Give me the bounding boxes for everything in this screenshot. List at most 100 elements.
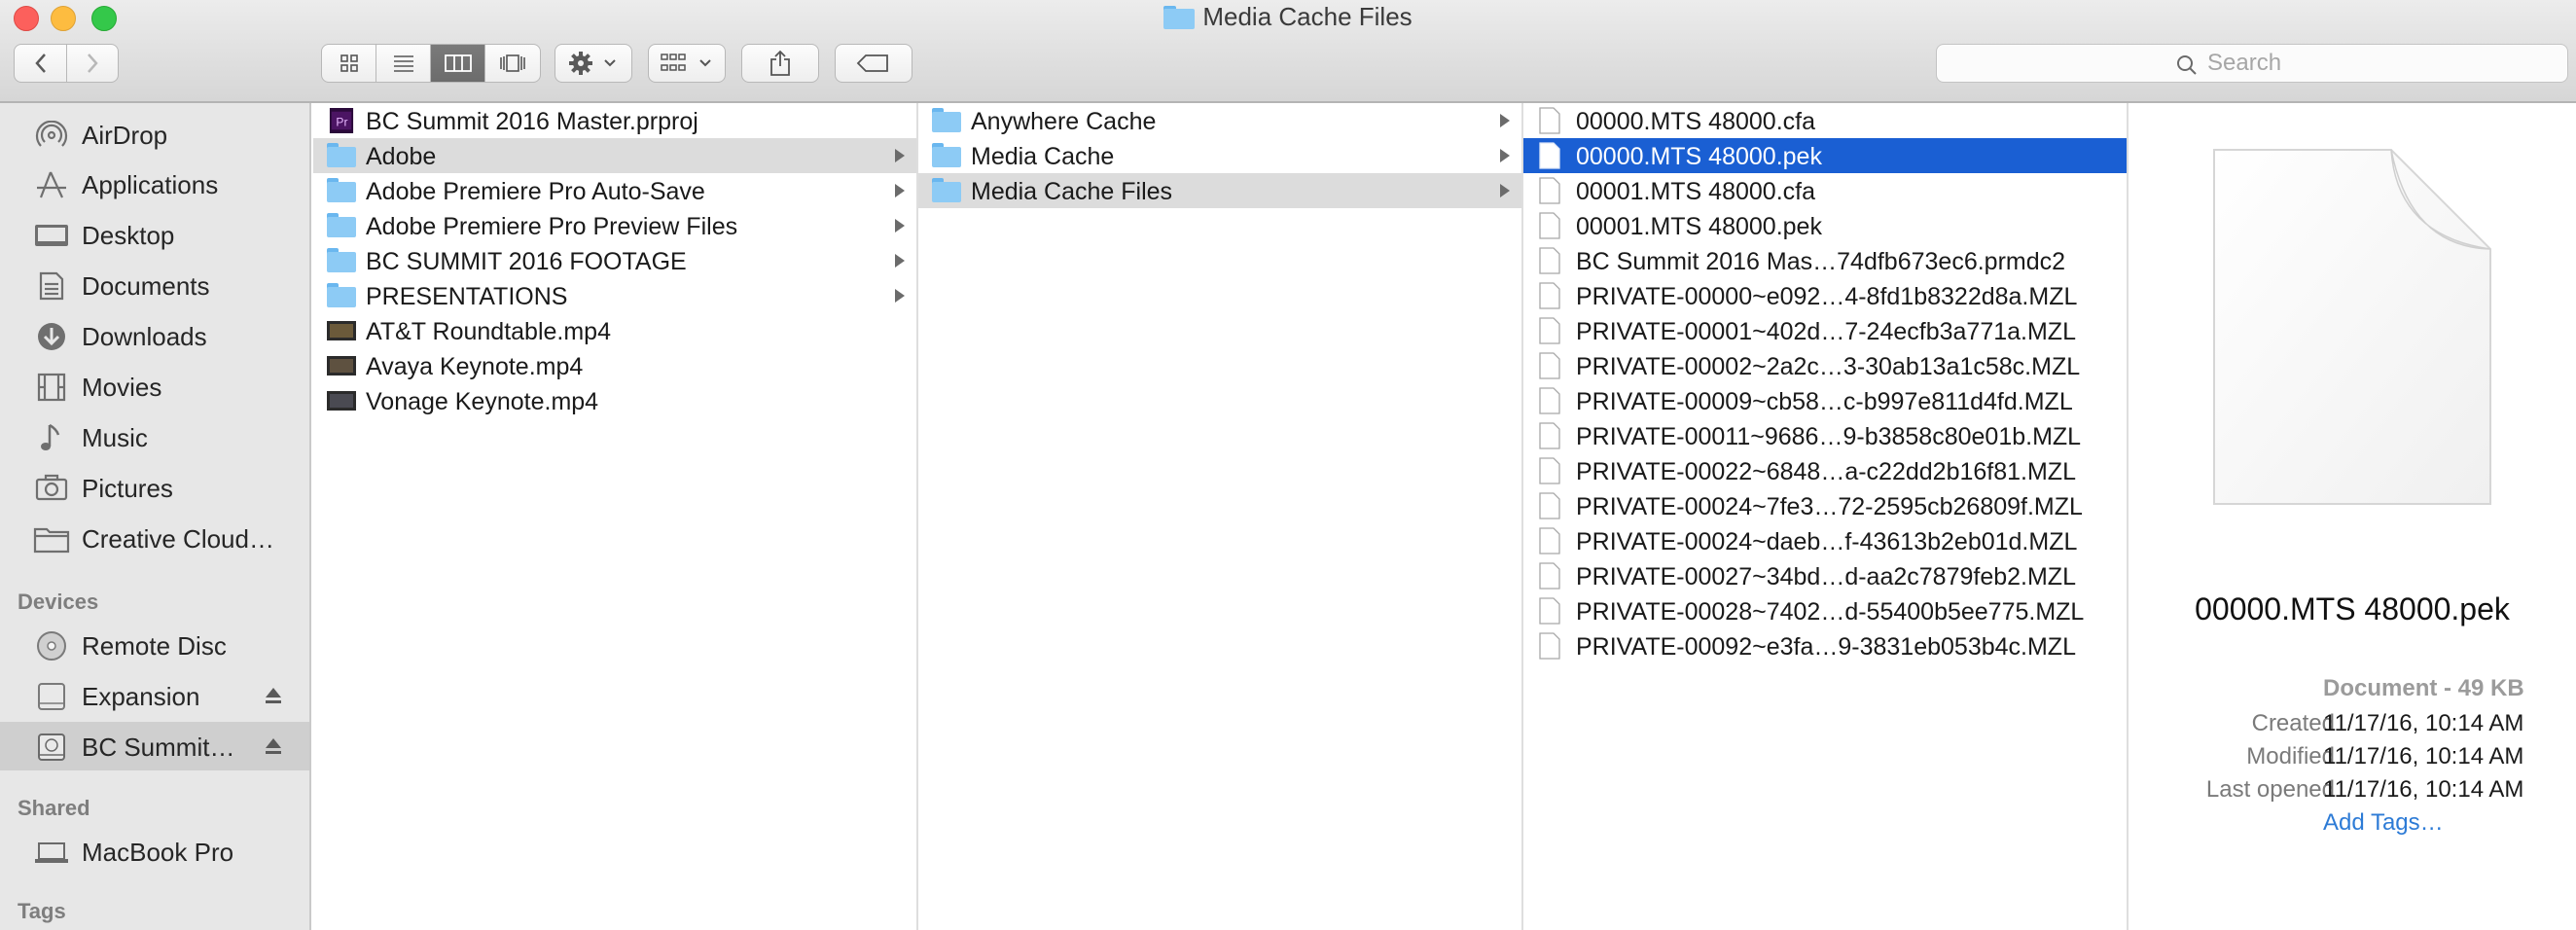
sidebar-heading-shared: Shared bbox=[18, 796, 90, 820]
tags-button[interactable] bbox=[835, 44, 912, 83]
modified-label: Modified bbox=[2246, 743, 2335, 769]
document-icon bbox=[1539, 177, 1560, 204]
list-item[interactable]: BC SUMMIT 2016 FOOTAGE bbox=[313, 243, 916, 278]
sidebar-item-desktop[interactable]: Desktop bbox=[0, 210, 309, 259]
eject-icon[interactable] bbox=[265, 685, 282, 706]
list-item[interactable]: AT&T Roundtable.mp4 bbox=[313, 313, 916, 348]
eject-icon[interactable] bbox=[265, 735, 282, 757]
disclosure-arrow-icon bbox=[895, 149, 905, 162]
sidebar-item-label: Expansion bbox=[82, 682, 200, 711]
sidebar-item-airdrop[interactable]: AirDrop bbox=[0, 110, 309, 159]
sidebar-item-bc-summit[interactable]: BC Summit… bbox=[0, 722, 309, 770]
list-item[interactable]: Media Cache Files bbox=[918, 173, 1521, 208]
file-name: PRIVATE-00002~2a2c…3-30ab13a1c58c.MZL bbox=[1576, 353, 2081, 380]
list-item[interactable]: Adobe Premiere Pro Preview Files bbox=[313, 208, 916, 243]
document-icon bbox=[1539, 632, 1560, 660]
list-item-label: BC SUMMIT 2016 FOOTAGE bbox=[366, 248, 687, 275]
list-item-label: Adobe Premiere Pro Auto-Save bbox=[366, 178, 705, 205]
sidebar-item-label: Movies bbox=[82, 373, 162, 402]
icon-view-icon bbox=[340, 54, 358, 72]
forward-button[interactable] bbox=[67, 45, 118, 82]
video-file-icon bbox=[327, 356, 356, 376]
cover-flow-view-button[interactable] bbox=[485, 45, 540, 82]
file-row[interactable]: 00001.MTS 48000.cfa bbox=[1523, 173, 2127, 208]
sidebar-item-remote-disc[interactable]: Remote Disc bbox=[0, 621, 309, 669]
document-icon bbox=[1539, 107, 1560, 134]
list-item[interactable]: Media Cache bbox=[918, 138, 1521, 173]
icon-view-button[interactable] bbox=[322, 45, 376, 82]
file-row[interactable]: 00000.MTS 48000.cfa bbox=[1523, 103, 2127, 138]
list-item[interactable]: Vonage Keynote.mp4 bbox=[313, 383, 916, 418]
list-item-label: Media Cache Files bbox=[971, 178, 1173, 205]
list-item[interactable]: Anywhere Cache bbox=[918, 103, 1521, 138]
search-input[interactable] bbox=[1937, 45, 2567, 82]
sidebar-item-creative-cloud[interactable]: Creative Cloud… bbox=[0, 514, 309, 562]
column-view-button[interactable] bbox=[431, 45, 485, 82]
arrange-menu-button[interactable] bbox=[648, 44, 726, 83]
file-row[interactable]: PRIVATE-00011~9686…9-b3858c80e01b.MZL bbox=[1523, 418, 2127, 453]
sidebar-item-downloads[interactable]: Downloads bbox=[0, 311, 309, 360]
search-field[interactable] bbox=[1936, 44, 2568, 83]
file-row[interactable]: BC Summit 2016 Mas…74dfb673ec6.prmdc2 bbox=[1523, 243, 2127, 278]
folder-icon bbox=[1163, 4, 1196, 29]
list-view-button[interactable] bbox=[376, 45, 431, 82]
sidebar-item-pictures[interactable]: Pictures bbox=[0, 463, 309, 512]
document-icon bbox=[1539, 352, 1560, 379]
add-tags-link[interactable]: Add Tags… bbox=[2323, 809, 2444, 837]
file-row[interactable]: PRIVATE-00024~daeb…f-43613b2eb01d.MZL bbox=[1523, 523, 2127, 558]
sidebar-item-music[interactable]: Music bbox=[0, 412, 309, 461]
video-file-icon bbox=[327, 321, 356, 340]
file-name: PRIVATE-00092~e3fa…9-3831eb053b4c.MZL bbox=[1576, 633, 2076, 661]
cover-flow-icon bbox=[500, 54, 525, 72]
file-row[interactable]: PRIVATE-00001~402d…7-24ecfb3a771a.MZL bbox=[1523, 313, 2127, 348]
list-view-icon bbox=[393, 55, 413, 72]
chevron-left-icon bbox=[34, 54, 46, 73]
back-button[interactable] bbox=[15, 45, 67, 82]
file-row[interactable]: PRIVATE-00027~34bd…d-aa2c7879feb2.MZL bbox=[1523, 558, 2127, 593]
file-name: PRIVATE-00001~402d…7-24ecfb3a771a.MZL bbox=[1576, 318, 2076, 345]
sidebar-item-expansion[interactable]: Expansion bbox=[0, 671, 309, 720]
sidebar-item-documents[interactable]: Documents bbox=[0, 261, 309, 309]
column-3: 00000.MTS 48000.cfa 00000.MTS 48000.pek … bbox=[1523, 103, 2129, 930]
file-row[interactable]: PRIVATE-00092~e3fa…9-3831eb053b4c.MZL bbox=[1523, 628, 2127, 663]
file-row-selected[interactable]: 00000.MTS 48000.pek bbox=[1523, 138, 2127, 173]
document-icon bbox=[1539, 597, 1560, 625]
share-icon bbox=[770, 50, 790, 76]
sidebar-item-movies[interactable]: Movies bbox=[0, 362, 309, 411]
file-name: PRIVATE-00024~daeb…f-43613b2eb01d.MZL bbox=[1576, 528, 2078, 555]
downloads-icon bbox=[38, 323, 65, 350]
share-button[interactable] bbox=[741, 44, 819, 83]
list-item[interactable]: PRESENTATIONS bbox=[313, 278, 916, 313]
file-row[interactable]: 00001.MTS 48000.pek bbox=[1523, 208, 2127, 243]
file-row[interactable]: PRIVATE-00009~cb58…c-b997e811d4fd.MZL bbox=[1523, 383, 2127, 418]
file-row[interactable]: PRIVATE-00000~e092…4-8fd1b8322d8a.MZL bbox=[1523, 278, 2127, 313]
last-opened-value: 11/17/16, 10:14 AM bbox=[2323, 776, 2524, 803]
folder-icon bbox=[327, 283, 356, 308]
list-item[interactable]: Pr BC Summit 2016 Master.prproj bbox=[313, 103, 916, 138]
file-row[interactable]: PRIVATE-00028~7402…d-55400b5ee775.MZL bbox=[1523, 593, 2127, 628]
sidebar-heading-tags: Tags bbox=[18, 899, 66, 923]
file-row[interactable]: PRIVATE-00002~2a2c…3-30ab13a1c58c.MZL bbox=[1523, 348, 2127, 383]
file-row[interactable]: PRIVATE-00024~7fe3…72-2595cb26809f.MZL bbox=[1523, 488, 2127, 523]
preview-filename: 00000.MTS 48000.pek bbox=[2195, 591, 2510, 626]
preview-kind-size: Document - 49 KB bbox=[2323, 675, 2524, 701]
document-icon bbox=[1539, 317, 1560, 344]
sidebar-item-label: BC Summit… bbox=[82, 733, 235, 762]
toolbar: Media Cache Files bbox=[0, 0, 2576, 103]
document-icon bbox=[1539, 422, 1560, 449]
list-item[interactable]: Adobe bbox=[313, 138, 916, 173]
list-item[interactable]: Avaya Keynote.mp4 bbox=[313, 348, 916, 383]
list-item[interactable]: Adobe Premiere Pro Auto-Save bbox=[313, 173, 916, 208]
column-2: Anywhere Cache Media Cache Media Cache F… bbox=[918, 103, 1523, 930]
file-row[interactable]: PRIVATE-00022~6848…a-c22dd2b16f81.MZL bbox=[1523, 453, 2127, 488]
window-title-text: Media Cache Files bbox=[1202, 2, 1413, 31]
action-menu-button[interactable] bbox=[555, 44, 632, 83]
sidebar-item-macbook-pro[interactable]: MacBook Pro bbox=[0, 827, 309, 876]
created-label: Created bbox=[2251, 710, 2335, 736]
document-preview-icon bbox=[2213, 149, 2491, 505]
desktop-icon bbox=[35, 225, 68, 246]
sidebar-item-applications[interactable]: Applications bbox=[0, 160, 309, 208]
document-icon bbox=[1539, 282, 1560, 309]
folder-icon bbox=[33, 527, 70, 554]
music-icon bbox=[41, 423, 60, 450]
